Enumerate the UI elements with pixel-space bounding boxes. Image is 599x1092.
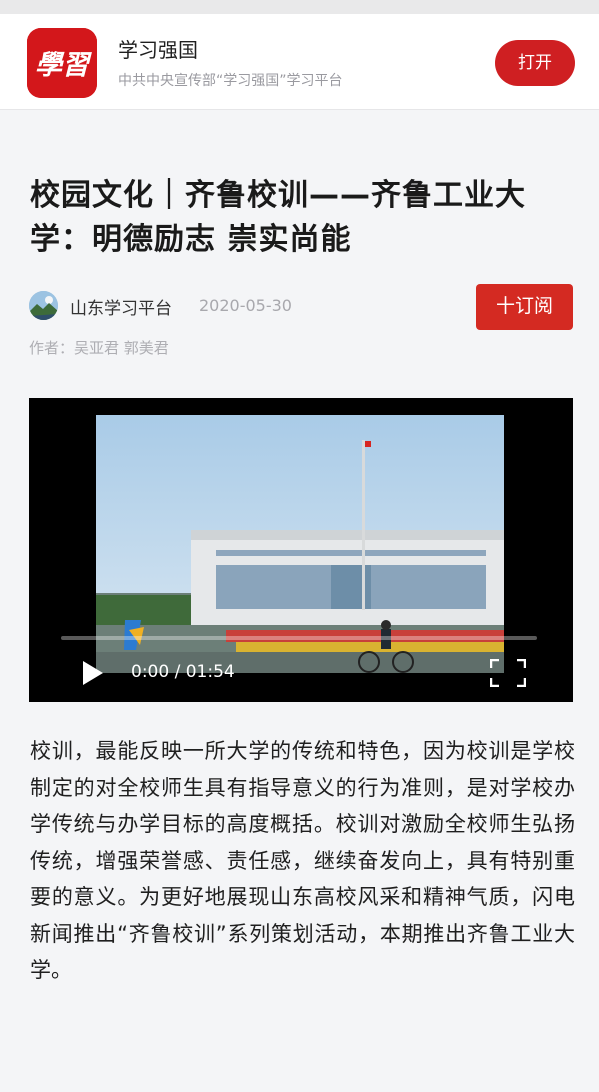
source-name[interactable]: 山东学习平台 <box>70 294 172 319</box>
xuexi-logo-icon[interactable]: 學習 <box>27 28 97 98</box>
subscribe-button[interactable]: 十订阅 <box>476 284 573 330</box>
app-download-banner: 學習 学习强国 中共中央宣传部“学习强国”学习平台 打开 <box>0 14 599 110</box>
app-description: 中共中央宣传部“学习强国”学习平台 <box>118 73 343 89</box>
video-thumbnail <box>96 415 504 673</box>
logo-lettering: 學習 <box>35 50 92 81</box>
video-player[interactable]: 0:00 / 01:54 <box>29 398 573 702</box>
video-time: 0:00 / 01:54 <box>131 662 235 682</box>
play-icon[interactable] <box>81 660 105 686</box>
app-name: 学习强国 <box>118 38 198 62</box>
publish-date: 2020-05-30 <box>199 296 292 315</box>
article-body: 校训，最能反映一所大学的传统和特色，因为校训是学校制定的对全校师生具有指导意义的… <box>30 739 575 982</box>
progress-bar[interactable] <box>61 636 537 640</box>
open-app-button[interactable]: 打开 <box>495 40 575 86</box>
status-strip <box>0 0 599 14</box>
article: 校园文化｜齐鲁校训——齐鲁工业大学：明德励志 崇实尚能 山东学习平台 2020-… <box>0 110 599 1092</box>
fullscreen-icon[interactable] <box>490 659 526 687</box>
article-title: 校园文化｜齐鲁校训——齐鲁工业大学：明德励志 崇实尚能 <box>30 178 526 257</box>
source-avatar-icon[interactable] <box>29 291 58 320</box>
author-line: 作者：吴亚君 郭美君 <box>29 339 169 357</box>
